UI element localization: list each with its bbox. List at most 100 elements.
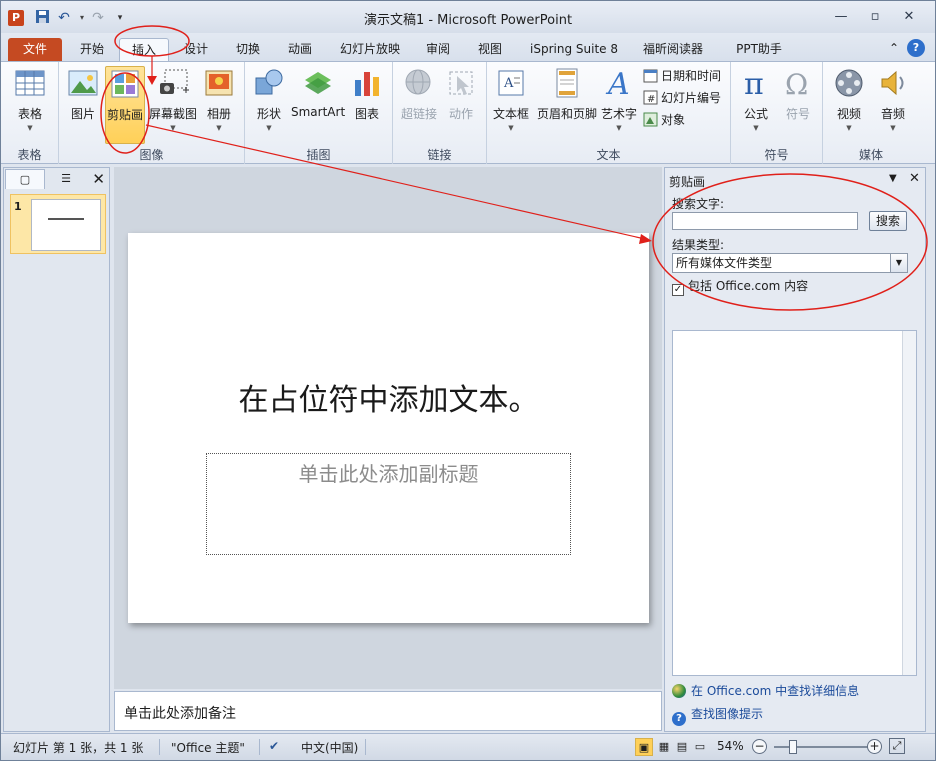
tab-slideshow[interactable]: 幻灯片放映 (331, 38, 409, 61)
album-icon (205, 70, 233, 96)
status-bar: 幻灯片 第 1 张，共 1 张 "Office 主题" ✔ 中文(中国) ▣ ▦… (1, 733, 935, 760)
status-divider (259, 739, 260, 755)
slides-tab-icon[interactable]: ▢ (5, 169, 45, 189)
picture-button[interactable]: 图片 (63, 66, 103, 142)
checkbox-checked-icon[interactable]: ✓ (672, 284, 684, 296)
include-office-checkbox[interactable]: ✓ 包括 Office.com 内容 (672, 277, 808, 296)
tab-transitions[interactable]: 切换 (225, 38, 271, 61)
album-button[interactable]: 相册 ▼ (199, 66, 239, 142)
spellcheck-icon[interactable]: ✔ (269, 739, 279, 753)
smartart-button[interactable]: SmartArt (291, 66, 345, 142)
outline-tab-icon[interactable]: ☰ (46, 169, 86, 189)
clipart-button[interactable]: 剪贴画 (105, 66, 145, 144)
hyperlink-button[interactable]: 超链接 (399, 66, 439, 142)
chevron-down-icon: ▼ (890, 124, 896, 132)
group-label-links: 链接 (427, 148, 452, 162)
pane-options-icon[interactable]: ▼ (889, 173, 897, 184)
speaker-icon (881, 70, 904, 96)
tab-review[interactable]: 审阅 (415, 38, 461, 61)
group-label-images: 图像 (139, 148, 164, 162)
maximize-icon[interactable]: ▫ (861, 7, 889, 27)
clipart-results-list[interactable] (672, 330, 917, 676)
results-scrollbar[interactable] (902, 331, 916, 675)
tab-file[interactable]: 文件 (8, 38, 62, 61)
zoom-in-icon[interactable]: + (867, 739, 882, 754)
normal-view-icon[interactable]: ▣ (635, 738, 653, 756)
object-icon (643, 112, 658, 127)
slide-canvas[interactable]: 在占位符中添加文本。 单击此处添加副标题 (128, 233, 649, 623)
textbox-button[interactable]: A 文本框 ▼ (491, 66, 531, 142)
slide-sorter-icon[interactable]: ▦ (655, 738, 673, 756)
office-more-link[interactable]: 在 Office.com 中查找详细信息 (672, 682, 859, 699)
slide-count-status: 幻灯片 第 1 张，共 1 张 (13, 741, 144, 755)
notes-placeholder: 单击此处添加备注 (124, 706, 236, 722)
object-button[interactable]: 对象 (643, 110, 685, 130)
chevron-down-icon[interactable]: ▼ (890, 254, 907, 272)
slide-editing-area: 在占位符中添加文本。 单击此处添加副标题 (114, 167, 662, 689)
datetime-button[interactable]: 日期和时间 (643, 66, 721, 86)
equation-button[interactable]: π 公式 ▼ (737, 66, 775, 142)
search-button[interactable]: 搜索 (869, 211, 907, 231)
slide-number-icon: # (643, 90, 658, 105)
tab-foxit[interactable]: 福昕阅读器 (633, 38, 713, 61)
slide-thumbnail[interactable]: 1 (10, 194, 106, 254)
theme-status[interactable]: "Office 主题" (171, 739, 245, 756)
collapse-ribbon-icon[interactable]: ⌃ (885, 39, 903, 57)
wordart-button[interactable]: A 艺术字 ▼ (599, 66, 639, 142)
action-button[interactable]: 动作 (441, 66, 481, 142)
calendar-icon (643, 68, 658, 83)
slide-number: 1 (14, 200, 22, 213)
close-pane-icon[interactable]: ✕ (909, 171, 920, 186)
notes-pane[interactable]: 单击此处添加备注 (114, 691, 662, 731)
group-tables: 表格 ▼ 表格 (1, 62, 59, 164)
image-tips-link[interactable]: ? 查找图像提示 (672, 705, 763, 726)
tab-ppt-helper[interactable]: PPT助手 (723, 38, 795, 61)
result-type-select[interactable]: 所有媒体文件类型 ▼ (672, 253, 908, 273)
ribbon-insert: 表格 ▼ 表格 图片 剪贴画 屏幕截图 ▼ 相册 ▼ 图像 形状 ▼ Smart… (1, 61, 935, 164)
tab-ispring[interactable]: iSpring Suite 8 (521, 38, 627, 61)
shapes-label: 形状 (256, 107, 281, 121)
zoom-level[interactable]: 54% (717, 739, 744, 753)
slide-title[interactable]: 在占位符中添加文本。 (128, 375, 649, 419)
close-icon[interactable]: ✕ (895, 7, 923, 27)
tab-animations[interactable]: 动画 (277, 38, 323, 61)
zoom-slider-thumb[interactable] (789, 740, 797, 754)
tab-view[interactable]: 视图 (467, 38, 513, 61)
header-footer-button[interactable]: 页眉和页脚 (535, 66, 599, 142)
fit-to-window-icon[interactable]: ⤢ (889, 738, 905, 754)
smartart-icon (305, 72, 331, 94)
screenshot-button[interactable]: 屏幕截图 ▼ (147, 66, 199, 142)
tab-home[interactable]: 开始 (67, 38, 117, 61)
globe-link-icon (405, 69, 431, 95)
slideshow-view-icon[interactable]: ▭ (691, 738, 709, 756)
help-icon: ? (672, 712, 686, 726)
symbol-button[interactable]: Ω 符号 (779, 66, 817, 142)
group-illustrations: 形状 ▼ SmartArt 图表 插图 (245, 62, 393, 164)
chevron-down-icon: ▼ (266, 124, 272, 132)
table-button[interactable]: 表格 ▼ (10, 66, 50, 142)
close-panel-icon[interactable]: ✕ (92, 169, 105, 189)
slide-number-button[interactable]: # 幻灯片编号 (643, 88, 721, 108)
shapes-button[interactable]: 形状 ▼ (251, 66, 287, 142)
audio-button[interactable]: 音频 ▼ (873, 66, 913, 142)
svg-text:A: A (503, 76, 514, 91)
slide-thumbnail-image (31, 199, 101, 251)
tab-design[interactable]: 设计 (173, 38, 219, 61)
zoom-out-icon[interactable]: − (752, 739, 767, 754)
svg-text:π: π (744, 67, 764, 100)
result-type-value: 所有媒体文件类型 (676, 256, 773, 270)
subtitle-placeholder[interactable]: 单击此处添加副标题 (206, 453, 571, 555)
group-label-text: 文本 (596, 148, 621, 162)
minimize-icon[interactable]: — (827, 7, 855, 27)
search-input[interactable] (672, 212, 858, 230)
video-button[interactable]: 视频 ▼ (829, 66, 869, 142)
table-label: 表格 (17, 107, 42, 121)
chart-button[interactable]: 图表 (349, 66, 385, 142)
omega-icon: Ω (785, 68, 808, 100)
reading-view-icon[interactable]: ▤ (673, 738, 691, 756)
hyperlink-label: 超链接 (400, 107, 437, 121)
tab-insert[interactable]: 插入 (119, 38, 169, 61)
help-icon[interactable]: ? (907, 39, 925, 57)
language-status[interactable]: 中文(中国) (301, 739, 358, 756)
action-label: 动作 (448, 107, 473, 121)
